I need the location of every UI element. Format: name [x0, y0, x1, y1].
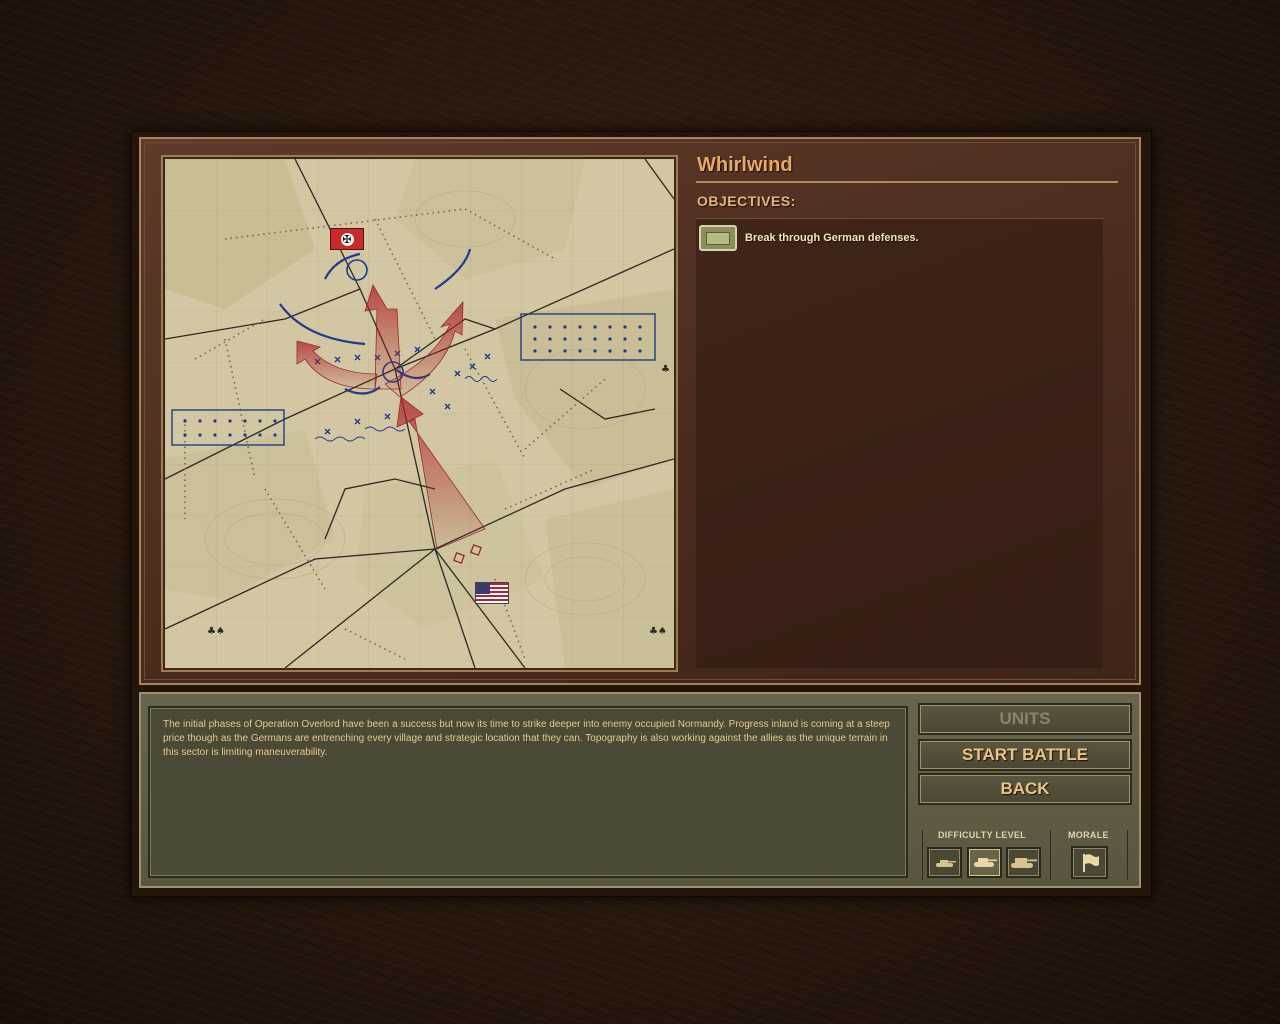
flag-icon: [1082, 853, 1099, 872]
objectives-label: OBJECTIVES:: [697, 193, 796, 209]
difficulty-medium-button[interactable]: [967, 847, 1002, 878]
svg-text:♣: ♣: [661, 364, 670, 375]
german-flag-icon: ✠: [330, 228, 364, 250]
objective-marker-icon: [699, 225, 737, 251]
morale-label: MORALE: [1068, 830, 1109, 840]
back-button[interactable]: BACK: [918, 773, 1132, 805]
svg-text:♣♠: ♣♠: [649, 626, 667, 637]
difficulty-divider-left: [922, 830, 923, 880]
heavy-tank-icon: [1010, 857, 1037, 868]
objective-item: Break through German defenses.: [699, 225, 919, 251]
mission-title: Whirlwind: [697, 154, 793, 176]
objectives-list: [696, 218, 1103, 668]
units-button[interactable]: UNITS: [918, 703, 1132, 735]
morale-indicator: [1071, 846, 1108, 879]
tactical-map: ♣♠ ♣♠ ♣ ✠: [163, 157, 676, 670]
title-divider: [696, 181, 1118, 183]
objective-text: Break through German defenses.: [745, 232, 919, 244]
briefing-text: The initial phases of Operation Overlord…: [148, 706, 908, 878]
difficulty-label: DIFFICULTY LEVEL: [938, 830, 1026, 840]
start-battle-button[interactable]: START BATTLE: [918, 739, 1132, 771]
difficulty-hard-button[interactable]: [1006, 847, 1041, 878]
medium-tank-icon: [973, 858, 997, 867]
us-flag-icon: [475, 582, 509, 604]
morale-divider-right: [1127, 830, 1128, 880]
difficulty-easy-button[interactable]: [927, 847, 962, 878]
svg-text:♣♠: ♣♠: [207, 626, 225, 637]
light-tank-icon: [935, 859, 956, 867]
difficulty-divider-right: [1050, 830, 1051, 880]
